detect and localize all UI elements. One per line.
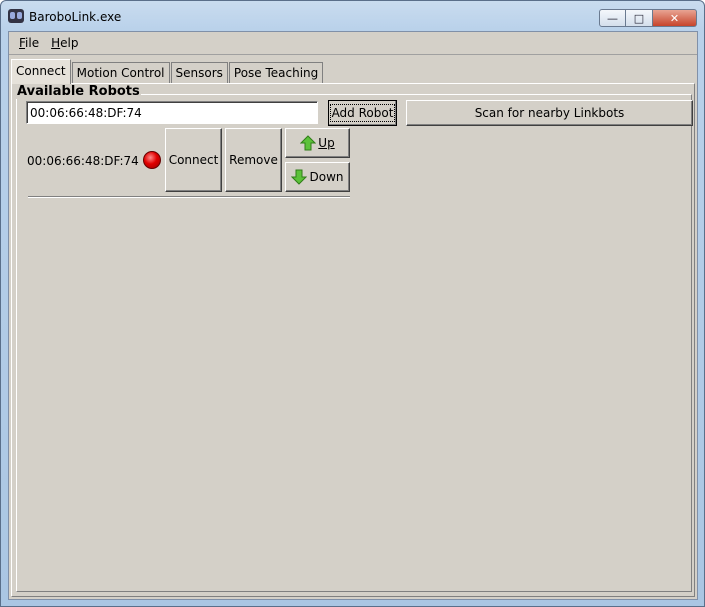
- move-down-label: Down: [309, 170, 344, 184]
- add-robot-button[interactable]: Add Robot: [328, 100, 397, 126]
- menu-help[interactable]: Help: [45, 36, 84, 50]
- available-robots-group: [16, 94, 692, 592]
- tab-pose-teaching[interactable]: Pose Teaching: [228, 62, 324, 84]
- tab-motion-control[interactable]: Motion Control: [71, 62, 170, 84]
- robot-list-divider: [28, 196, 350, 198]
- title-bar[interactable]: BaroboLink.exe — □ ✕: [1, 1, 704, 31]
- minimize-button[interactable]: —: [599, 9, 626, 27]
- move-down-button[interactable]: Down: [285, 162, 350, 192]
- scan-linkbots-button[interactable]: Scan for nearby Linkbots: [406, 100, 693, 126]
- group-title: Available Robots: [16, 84, 141, 99]
- remove-robot-button[interactable]: Remove: [225, 128, 282, 192]
- connect-robot-button[interactable]: Connect: [165, 128, 222, 192]
- maximize-icon: □: [633, 11, 645, 25]
- remove-robot-label: Remove: [229, 153, 278, 167]
- close-button[interactable]: ✕: [653, 9, 697, 27]
- tab-connect[interactable]: Connect: [11, 59, 71, 84]
- menu-help-mnemonic: H: [51, 36, 61, 50]
- window-title: BaroboLink.exe: [29, 10, 122, 24]
- move-up-button[interactable]: Up: [285, 128, 350, 158]
- robot-address-input[interactable]: [26, 101, 318, 124]
- green-down-arrow-icon: [291, 169, 308, 185]
- menu-file-rest: ile: [25, 36, 40, 50]
- minimize-icon: —: [607, 11, 618, 25]
- app-window: BaroboLink.exe — □ ✕ File Help Connect M…: [0, 0, 705, 607]
- robot-address: 00:06:66:48:DF:74: [27, 154, 139, 168]
- scan-linkbots-label: Scan for nearby Linkbots: [474, 106, 625, 120]
- connect-robot-label: Connect: [168, 153, 219, 167]
- maximize-button[interactable]: □: [626, 9, 653, 27]
- tab-bar: Connect Motion Control Sensors Pose Teac…: [11, 59, 324, 84]
- menu-bar: File Help: [9, 32, 697, 55]
- green-up-arrow-icon: [300, 135, 317, 151]
- close-icon: ✕: [669, 11, 680, 25]
- red-led-icon: [143, 151, 161, 169]
- menu-file[interactable]: File: [13, 36, 45, 50]
- move-up-label: Up: [318, 136, 335, 150]
- app-icon: [8, 9, 24, 23]
- client-area: File Help Connect Motion Control Sensors…: [8, 31, 698, 600]
- tab-sensors[interactable]: Sensors: [170, 62, 228, 84]
- add-robot-label: Add Robot: [329, 104, 396, 122]
- menu-help-rest: elp: [60, 36, 79, 50]
- caption-buttons: — □ ✕: [599, 9, 697, 27]
